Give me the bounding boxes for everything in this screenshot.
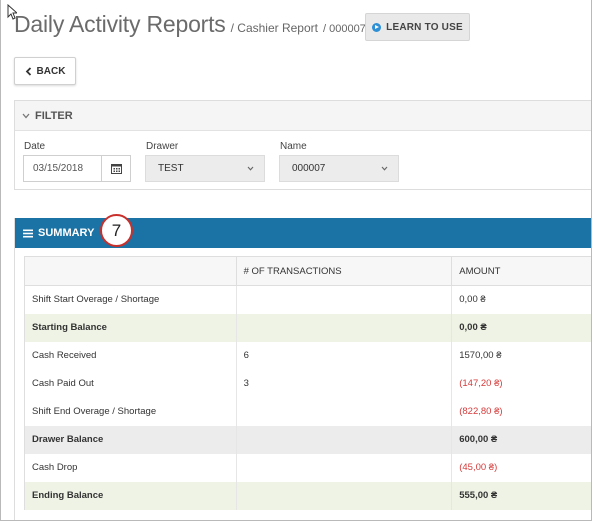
date-input[interactable]: 03/15/2018 bbox=[24, 156, 102, 181]
table-cell-amount: 0,00 ₴ bbox=[451, 313, 591, 342]
column-header-label bbox=[24, 256, 237, 286]
back-button[interactable]: BACK bbox=[14, 57, 76, 85]
table-cell-label: Drawer Balance bbox=[24, 425, 237, 454]
chevron-left-icon bbox=[25, 66, 31, 76]
table-cell-label: Shift Start Overage / Shortage bbox=[24, 285, 237, 314]
learn-to-use-label: LEARN TO USE bbox=[386, 21, 463, 33]
summary-title: SUMMARY bbox=[38, 227, 95, 239]
table-cell-count bbox=[235, 313, 453, 342]
table-cell-count bbox=[235, 425, 453, 454]
step-callout-badge: 7 bbox=[100, 214, 133, 247]
menu-icon bbox=[23, 229, 33, 237]
table-cell-label: Cash Paid Out bbox=[24, 369, 237, 398]
summary-table-body: Shift Start Overage / Shortage 0,00 ₴ Star… bbox=[24, 285, 591, 510]
app-frame: Daily Activity Reports / Cashier Report … bbox=[0, 0, 592, 521]
back-label: BACK bbox=[36, 65, 66, 77]
date-picker[interactable]: 03/15/2018 bbox=[23, 155, 131, 182]
calendar-icon[interactable] bbox=[102, 156, 130, 181]
name-value: 000007 bbox=[292, 163, 326, 174]
chevron-down-icon bbox=[381, 166, 388, 171]
page-header: Daily Activity Reports / Cashier Report … bbox=[14, 11, 366, 38]
chevron-down-icon bbox=[247, 166, 254, 171]
table-cell-label: Cash Drop bbox=[24, 453, 237, 482]
column-header-transactions: # OF TRANSACTIONS bbox=[235, 256, 453, 286]
table-row: Ending Balance 555,00 ₴ bbox=[24, 481, 591, 510]
summary-table: # OF TRANSACTIONS AMOUNT Shift Start Ove… bbox=[24, 256, 591, 510]
filter-title: FILTER bbox=[35, 109, 73, 122]
table-cell-amount: 0,00 ₴ bbox=[451, 285, 591, 314]
filter-panel: FILTER Date 03/15/2018 Drawer TEST Name … bbox=[14, 100, 591, 190]
table-cell-label: Shift End Overage / Shortage bbox=[24, 397, 237, 426]
table-header-row: # OF TRANSACTIONS AMOUNT bbox=[24, 256, 591, 286]
table-row: Shift Start Overage / Shortage 0,00 ₴ bbox=[24, 285, 591, 314]
date-label: Date bbox=[24, 141, 46, 152]
table-row: Cash Paid Out 3 (147,20 ₴) bbox=[24, 369, 591, 398]
table-cell-label: Starting Balance bbox=[24, 313, 237, 342]
drawer-select[interactable]: TEST bbox=[145, 155, 265, 182]
table-cell-count bbox=[235, 285, 453, 314]
table-row: Starting Balance 0,00 ₴ bbox=[24, 313, 591, 342]
filter-header[interactable]: FILTER bbox=[15, 101, 591, 131]
table-cell-amount: (45,00 ₴) bbox=[451, 453, 591, 482]
name-label: Name bbox=[280, 141, 307, 152]
table-cell-count: 6 bbox=[235, 341, 453, 370]
table-cell-amount: (822,80 ₴) bbox=[451, 397, 591, 426]
table-cell-label: Ending Balance bbox=[24, 481, 237, 510]
table-row: Cash Drop (45,00 ₴) bbox=[24, 453, 591, 482]
table-cell-amount: 555,00 ₴ bbox=[451, 481, 591, 510]
table-cell-count bbox=[235, 397, 453, 426]
learn-to-use-button[interactable]: LEARN TO USE bbox=[365, 13, 470, 41]
chevron-down-icon bbox=[22, 113, 30, 118]
table-cell-amount: (147,20 ₴) bbox=[451, 369, 591, 398]
play-icon bbox=[372, 22, 382, 32]
table-cell-amount: 1570,00 ₴ bbox=[451, 341, 591, 370]
table-row: Drawer Balance 600,00 ₴ bbox=[24, 425, 591, 454]
table-cell-label: Cash Received bbox=[24, 341, 237, 370]
drawer-label: Drawer bbox=[146, 141, 179, 152]
page-title: Daily Activity Reports bbox=[14, 11, 226, 37]
column-header-amount: AMOUNT bbox=[451, 256, 591, 286]
breadcrumb-id: / 000007 bbox=[322, 23, 366, 35]
breadcrumb-report[interactable]: / Cashier Report bbox=[231, 21, 318, 35]
table-cell-amount: 600,00 ₴ bbox=[451, 425, 591, 454]
summary-panel: SUMMARY 7 # OF TRANSACTIONS AMOUNT Shift… bbox=[14, 214, 591, 520]
table-cell-count bbox=[235, 481, 453, 510]
drawer-value: TEST bbox=[158, 163, 184, 174]
table-row: Cash Received 6 1570,00 ₴ bbox=[24, 341, 591, 370]
table-cell-count: 3 bbox=[235, 369, 453, 398]
table-row: Shift End Overage / Shortage (822,80 ₴) bbox=[24, 397, 591, 426]
table-cell-count bbox=[235, 453, 453, 482]
name-select[interactable]: 000007 bbox=[279, 155, 399, 182]
